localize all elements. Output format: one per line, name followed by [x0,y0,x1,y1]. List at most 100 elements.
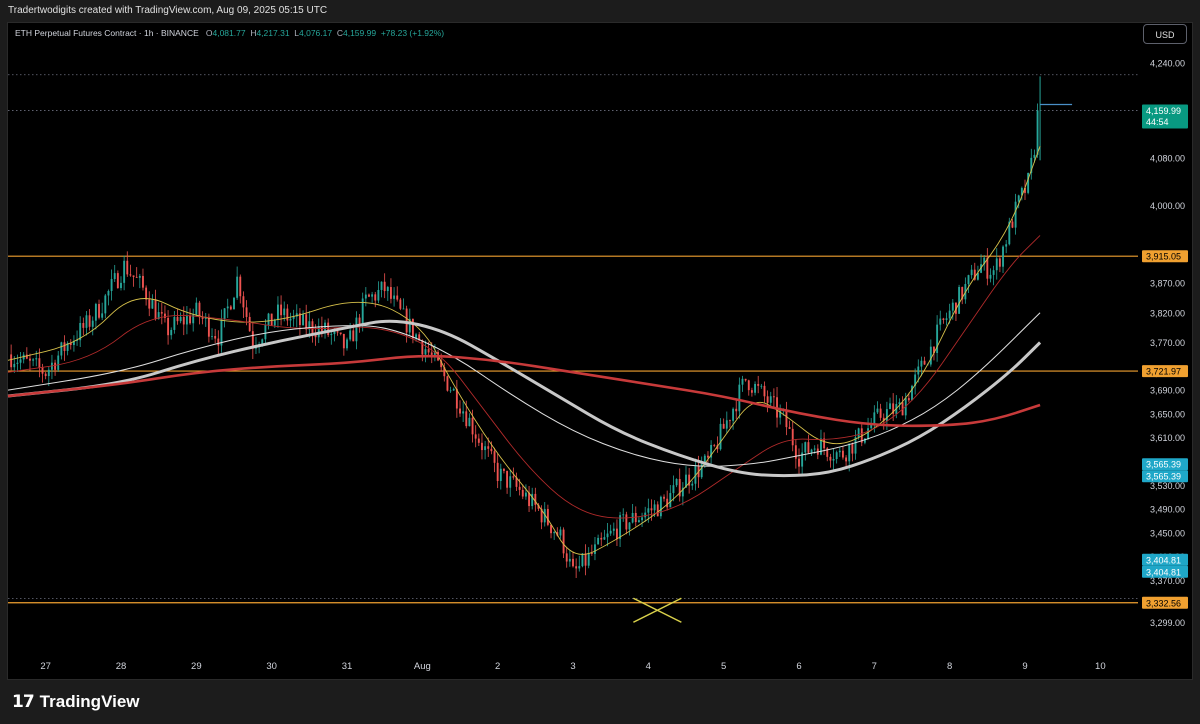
candle[interactable] [380,281,383,290]
candle[interactable] [889,403,891,410]
candle[interactable] [503,468,505,471]
candle[interactable] [798,458,800,467]
candle[interactable] [38,358,41,368]
candle[interactable] [757,383,760,386]
candle[interactable] [25,354,28,359]
candle[interactable] [242,296,245,308]
candle[interactable] [449,390,452,392]
candle[interactable] [226,306,229,309]
candle[interactable] [672,485,675,494]
candle[interactable] [1036,110,1039,155]
candle[interactable] [123,260,126,283]
candle[interactable] [233,297,235,310]
candle[interactable] [270,313,273,326]
candle[interactable] [857,428,860,438]
candle[interactable] [402,308,405,310]
candle[interactable] [430,352,433,355]
candle[interactable] [832,459,835,461]
candle[interactable] [129,274,132,276]
candle[interactable] [568,558,571,562]
candle[interactable] [951,302,954,311]
candle[interactable] [791,428,794,446]
candle[interactable] [91,320,94,327]
candle[interactable] [848,443,851,462]
candle[interactable] [185,315,188,325]
candle[interactable] [101,313,104,318]
candle[interactable] [198,302,201,318]
candle[interactable] [995,258,998,271]
candle[interactable] [396,295,399,300]
candle[interactable] [88,315,91,327]
candle[interactable] [851,443,854,454]
candle[interactable] [641,517,643,521]
candle[interactable] [368,294,370,297]
candle[interactable] [35,358,38,360]
candle[interactable] [732,408,735,421]
candle[interactable] [305,314,308,330]
candle[interactable] [474,434,477,439]
candle[interactable] [1017,195,1020,202]
candle[interactable] [512,476,515,478]
candle[interactable] [625,514,628,530]
candle[interactable] [446,376,449,391]
candle[interactable] [719,423,722,450]
candle[interactable] [211,335,213,337]
candle[interactable] [873,412,876,425]
candle[interactable] [867,428,869,439]
candle[interactable] [920,360,923,367]
candle[interactable] [644,512,647,518]
candle[interactable] [44,373,47,377]
candle[interactable] [553,532,556,534]
candle[interactable] [267,313,270,326]
candle[interactable] [302,314,304,326]
candle[interactable] [98,303,100,318]
candle[interactable] [283,308,286,316]
candle[interactable] [656,504,659,517]
candle[interactable] [484,446,487,451]
candle[interactable] [628,522,631,530]
candle[interactable] [94,303,97,321]
candle[interactable] [113,273,116,280]
candle[interactable] [151,299,154,309]
candle[interactable] [879,408,882,418]
candle[interactable] [546,508,549,525]
candle[interactable] [939,318,942,325]
candle[interactable] [970,269,973,276]
candle[interactable] [374,294,377,301]
candle[interactable] [766,396,769,403]
candle[interactable] [220,319,223,346]
candle[interactable] [452,388,455,391]
candle[interactable] [612,528,615,531]
candle[interactable] [622,514,625,516]
candle[interactable] [355,317,358,342]
candle[interactable] [289,318,292,321]
candle[interactable] [493,451,496,463]
candle[interactable] [1002,246,1004,267]
candle[interactable] [465,411,468,427]
candle[interactable] [581,553,584,567]
candle[interactable] [229,306,232,310]
candle[interactable] [154,299,157,320]
candle[interactable] [647,508,650,513]
candle[interactable] [471,417,474,435]
candle[interactable] [917,366,920,375]
candle[interactable] [713,444,716,446]
candle[interactable] [179,316,182,322]
candle[interactable] [754,383,756,393]
candle[interactable] [248,316,251,332]
candle[interactable] [669,493,672,508]
candle[interactable] [722,423,725,429]
candle[interactable] [829,456,832,461]
candle[interactable] [63,342,66,351]
candle[interactable] [584,553,587,566]
candle[interactable] [653,504,656,511]
candle[interactable] [518,486,521,490]
candle[interactable] [659,496,662,517]
candle[interactable] [609,530,612,534]
candle[interactable] [164,313,166,318]
candle[interactable] [572,558,574,567]
candle[interactable] [176,317,179,322]
candle[interactable] [490,448,493,452]
candle[interactable] [785,410,788,428]
candle[interactable] [277,304,279,320]
